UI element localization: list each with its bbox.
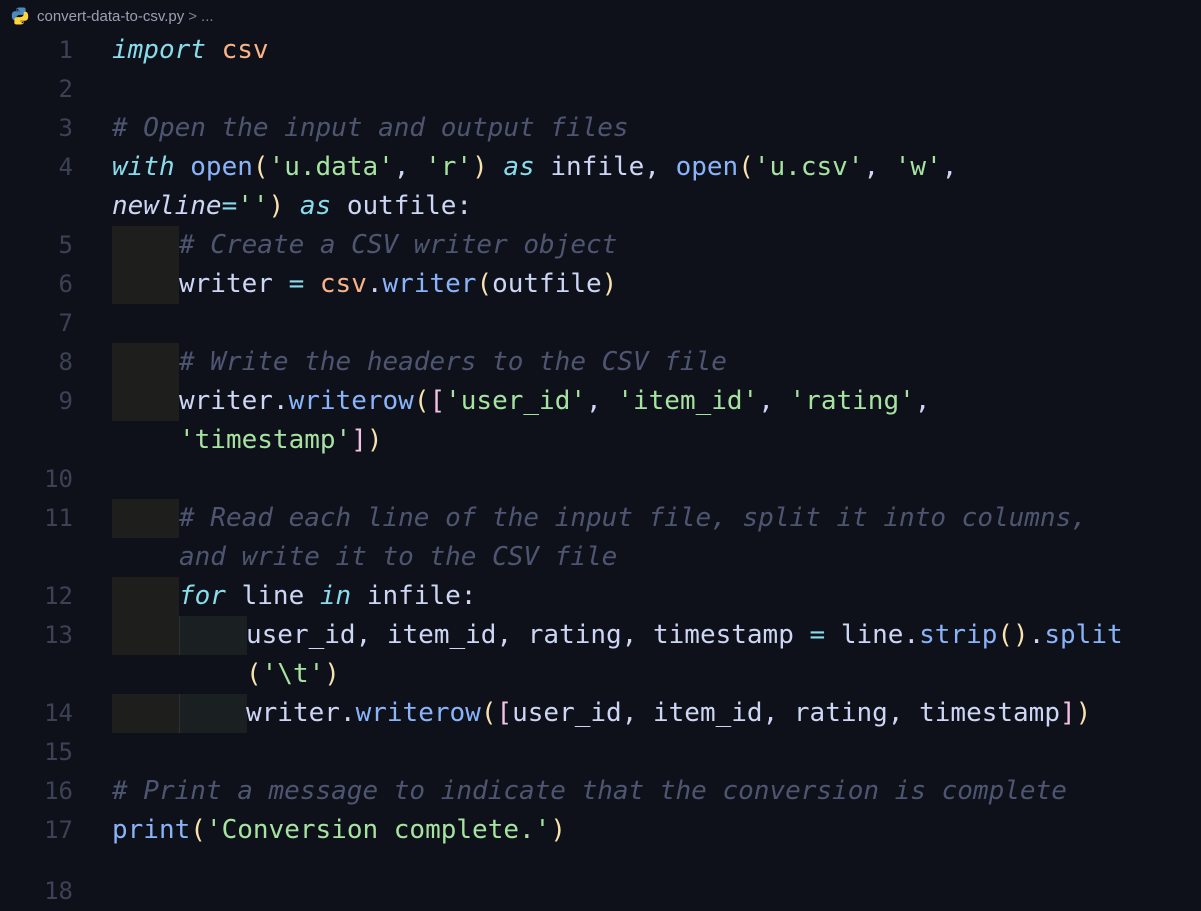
line-number: 7 (58, 309, 73, 337)
code-line: 10 (0, 460, 1201, 499)
code-comment: # Write the headers to the CSV file (179, 347, 727, 377)
line-number: 18 (44, 877, 73, 905)
line-number: 17 (44, 816, 73, 844)
code-text: print('Conversion complete.') (112, 815, 566, 845)
code-comment: and write it to the CSV file (179, 542, 618, 572)
code-line: 5 # Create a CSV writer object (0, 226, 1201, 265)
line-number: 8 (58, 348, 73, 376)
code-text: writer.writerow(['user_id', 'item_id', '… (179, 386, 931, 416)
code-comment: # Create a CSV writer object (179, 230, 618, 260)
indent-guide (179, 616, 247, 655)
line-number: 12 (44, 582, 73, 610)
indent-guide (112, 226, 179, 265)
code-text: import csv (112, 35, 269, 65)
line-number: 1 (58, 36, 73, 64)
code-line: 12 for line in infile: (0, 577, 1201, 616)
code-line: 9 writer.writerow(['user_id', 'item_id',… (0, 382, 1201, 421)
code-line: 6 writer = csv.writer(outfile) (0, 265, 1201, 304)
code-line: 15 (0, 733, 1201, 772)
python-file-icon (11, 7, 29, 25)
code-line: 13 user_id, item_id, rating, timestamp =… (0, 616, 1201, 655)
breadcrumb-ellipsis[interactable]: ... (201, 8, 214, 25)
code-comment: # Print a message to indicate that the c… (112, 776, 1067, 806)
code-text: ('\t') (246, 659, 340, 689)
code-comment: # Read each line of the input file, spli… (179, 503, 1087, 533)
line-number: 15 (44, 738, 73, 766)
code-line-wrapped: newline='') as outfile: (0, 187, 1201, 226)
code-line: 8 # Write the headers to the CSV file (0, 343, 1201, 382)
indent-guide (112, 577, 179, 616)
indent-guide (112, 694, 179, 733)
code-line-wrapped: ('\t') (0, 655, 1201, 694)
code-text: newline='') as outfile: (112, 191, 473, 221)
line-number: 14 (44, 699, 73, 727)
indent-guide (112, 265, 179, 304)
code-editor[interactable]: 1 import csv 2 3 # Open the input and ou… (0, 31, 1201, 905)
breadcrumb: convert-data-to-csv.py > ... (0, 0, 1201, 32)
code-line-wrapped: and write it to the CSV file (0, 538, 1201, 577)
code-comment: # Open the input and output files (112, 113, 629, 143)
line-number: 2 (58, 75, 73, 103)
indent-guide (112, 382, 179, 421)
indent-guide (112, 616, 179, 655)
breadcrumb-separator: > (188, 7, 198, 25)
code-line-wrapped: 'timestamp']) (0, 421, 1201, 460)
line-number: 5 (58, 231, 73, 259)
line-number: 4 (58, 153, 73, 181)
indent-guide (112, 343, 179, 382)
indent-guide (179, 694, 247, 733)
breadcrumb-file-name[interactable]: convert-data-to-csv.py (37, 8, 184, 25)
code-line: 16 # Print a message to indicate that th… (0, 772, 1201, 811)
code-text: writer.writerow([user_id, item_id, ratin… (246, 698, 1092, 728)
code-line: 17 print('Conversion complete.') (0, 811, 1201, 850)
line-number: 13 (44, 621, 73, 649)
code-line: 4 with open('u.data', 'r') as infile, op… (0, 148, 1201, 187)
code-text: user_id, item_id, rating, timestamp = li… (246, 620, 1123, 650)
line-number: 6 (58, 270, 73, 298)
code-line: 2 (0, 70, 1201, 109)
line-number: 3 (58, 114, 73, 142)
line-number: 9 (58, 387, 73, 415)
code-line: 11 # Read each line of the input file, s… (0, 499, 1201, 538)
code-line: 18 (0, 850, 1201, 905)
code-text: 'timestamp']) (179, 425, 383, 455)
code-text: writer = csv.writer(outfile) (179, 269, 618, 299)
line-number: 10 (44, 465, 73, 493)
line-number: 11 (44, 504, 73, 532)
line-number: 16 (44, 777, 73, 805)
code-line: 7 (0, 304, 1201, 343)
code-line: 1 import csv (0, 31, 1201, 70)
code-text: for line in infile: (179, 581, 477, 611)
indent-guide (112, 499, 179, 538)
code-text: with open('u.data', 'r') as infile, open… (112, 152, 958, 182)
code-line: 3 # Open the input and output files (0, 109, 1201, 148)
code-line: 14 writer.writerow([user_id, item_id, ra… (0, 694, 1201, 733)
